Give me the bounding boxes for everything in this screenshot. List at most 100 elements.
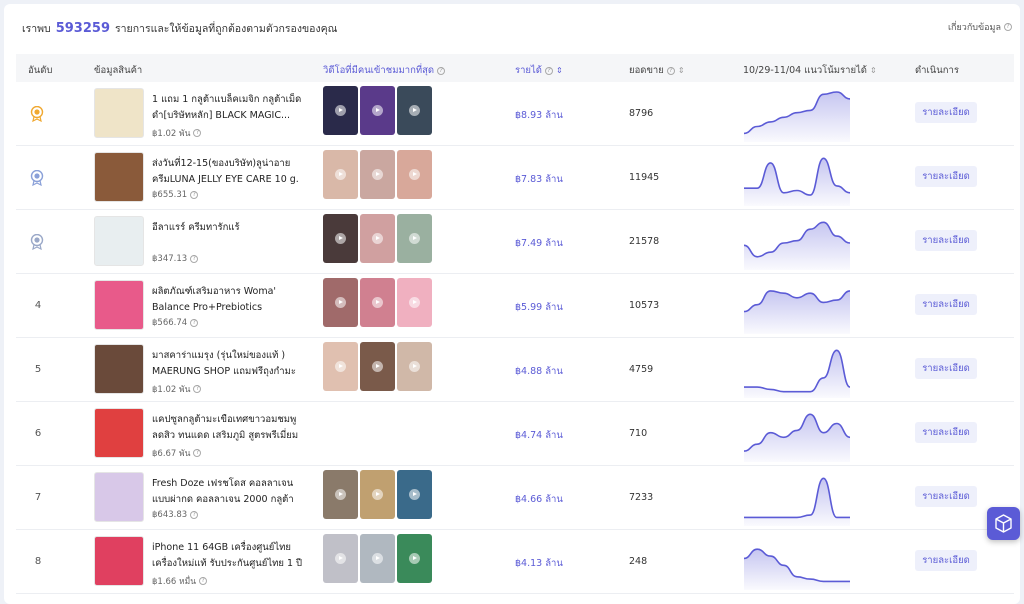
col-trend[interactable]: 10/29-11/04 แนวโน้มรายได้ ⇕ xyxy=(743,63,877,78)
product-image[interactable] xyxy=(94,152,144,202)
product-name[interactable]: ส่งวันที่12-15(ของบริษัท)ลูน่าอาย ครีมLU… xyxy=(152,156,306,188)
video-thumbnail[interactable] xyxy=(360,86,395,135)
video-thumbnail[interactable] xyxy=(397,470,432,519)
detail-button[interactable]: รายละเอียด xyxy=(915,486,977,507)
revenue-trend-sparkline xyxy=(743,548,850,590)
product-price: ฿6.67 พัน? xyxy=(152,446,202,460)
product-price: ฿643.83? xyxy=(152,510,199,520)
video-thumbnail[interactable] xyxy=(397,150,432,199)
video-thumbnail[interactable] xyxy=(397,278,432,327)
help-icon: ? xyxy=(193,385,202,393)
play-icon xyxy=(409,361,420,372)
col-sales[interactable]: ยอดขาย? ⇕ xyxy=(629,63,685,78)
sales-value: 10573 xyxy=(629,300,660,311)
product-image[interactable] xyxy=(94,536,144,586)
video-thumbnail[interactable] xyxy=(397,86,432,135)
product-image[interactable] xyxy=(94,408,144,458)
product-image[interactable] xyxy=(94,472,144,522)
table-row: 7 Fresh Doze เฟรชโดส คอลลาเจนแบบผ่ากด คอ… xyxy=(16,466,1014,530)
product-image[interactable] xyxy=(94,88,144,138)
top-videos xyxy=(323,214,432,263)
help-icon: ? xyxy=(190,511,199,519)
rank-medal-icon xyxy=(30,234,44,250)
sparkline-area xyxy=(744,92,850,142)
play-icon xyxy=(372,105,383,116)
play-icon xyxy=(335,169,346,180)
col-revenue[interactable]: รายได้? ⇕ xyxy=(515,63,563,78)
play-icon xyxy=(409,553,420,564)
top-videos xyxy=(323,534,432,583)
floating-cube-button[interactable] xyxy=(987,507,1020,540)
video-thumbnail[interactable] xyxy=(360,278,395,327)
rank-number: 7 xyxy=(34,492,42,503)
product-price: ฿347.13? xyxy=(152,254,199,264)
revenue-trend-sparkline xyxy=(744,157,851,206)
revenue-trend-sparkline xyxy=(744,477,850,526)
video-thumbnail[interactable] xyxy=(323,150,358,199)
video-thumbnail[interactable] xyxy=(360,470,395,519)
top-videos xyxy=(323,470,432,519)
play-icon xyxy=(409,169,420,180)
help-icon: ? xyxy=(666,66,675,75)
product-name[interactable]: มาสคาร่าแมรุง (รุ่นใหม่ของแท้ ) MAERUNG … xyxy=(152,348,306,380)
product-price: ฿566.74? xyxy=(152,318,199,328)
video-thumbnail[interactable] xyxy=(397,342,432,391)
video-thumbnail[interactable] xyxy=(323,534,358,583)
video-thumbnail[interactable] xyxy=(360,214,395,263)
play-icon xyxy=(372,233,383,244)
table-row: 6 แคปซูลกลูต้ามะเขือเทศขาวอมชมพู ลดสิว ท… xyxy=(16,402,1014,466)
rank-number: 6 xyxy=(34,428,42,439)
detail-button[interactable]: รายละเอียด xyxy=(915,358,977,379)
product-image[interactable] xyxy=(94,344,144,394)
about-data-link[interactable]: เกี่ยวกับข้อมูล ? xyxy=(948,20,1012,34)
product-image[interactable] xyxy=(94,280,144,330)
sparkline-area xyxy=(744,222,850,270)
product-name[interactable]: แคปซูลกลูต้ามะเขือเทศขาวอมชมพู ลดสิว ทนแ… xyxy=(152,412,306,444)
col-action: ดำเนินการ xyxy=(915,65,959,76)
video-thumbnail[interactable] xyxy=(323,214,358,263)
video-thumbnail[interactable] xyxy=(323,278,358,327)
play-icon xyxy=(372,489,383,500)
sales-value: 4759 xyxy=(629,364,654,375)
col-rank: อันดับ xyxy=(28,65,53,76)
detail-button[interactable]: รายละเอียด xyxy=(915,294,977,315)
detail-button[interactable]: รายละเอียด xyxy=(915,550,977,571)
sort-desc-icon[interactable]: ⇕ xyxy=(556,66,563,75)
sort-icon[interactable]: ⇕ xyxy=(870,66,877,75)
sort-icon[interactable]: ⇕ xyxy=(678,66,685,75)
video-thumbnail[interactable] xyxy=(323,342,358,391)
video-thumbnail[interactable] xyxy=(360,534,395,583)
product-name[interactable]: iPhone 11 64GB เครื่องศูนย์ไทย เครื่องให… xyxy=(152,540,306,572)
video-thumbnail[interactable] xyxy=(397,534,432,583)
product-name[interactable]: อีลาแรร์ ครีมทารักแร้ xyxy=(152,220,306,252)
detail-button[interactable]: รายละเอียด xyxy=(915,102,977,123)
sparkline-area xyxy=(744,549,850,590)
product-name[interactable]: Fresh Doze เฟรชโดส คอลลาเจนแบบผ่ากด คอลล… xyxy=(152,476,306,508)
product-name[interactable]: ผลิตภัณฑ์เสริมอาหาร Woma' Balance Pro+Pr… xyxy=(152,284,306,316)
detail-button[interactable]: รายละเอียด xyxy=(915,166,977,187)
result-count: 593259 xyxy=(55,21,110,36)
top-videos xyxy=(323,150,432,199)
video-thumbnail[interactable] xyxy=(360,342,395,391)
product-image[interactable] xyxy=(94,216,144,266)
detail-button[interactable]: รายละเอียด xyxy=(915,230,977,251)
revenue-value: ฿4.88 ล้าน xyxy=(515,366,563,377)
video-thumbnail[interactable] xyxy=(397,214,432,263)
product-price: ฿1.02 พัน? xyxy=(152,382,202,396)
help-icon: ? xyxy=(193,129,202,137)
product-name[interactable]: 1 แถม 1 กลูต้าแบล็คเมจิก กลูต้าเม็ดดำ[บร… xyxy=(152,92,306,124)
summary-prefix: เราพบ xyxy=(22,23,51,35)
detail-button[interactable]: รายละเอียด xyxy=(915,422,977,443)
play-icon xyxy=(372,361,383,372)
video-thumbnail[interactable] xyxy=(323,86,358,135)
video-thumbnail[interactable] xyxy=(360,150,395,199)
cube-icon xyxy=(995,514,1012,533)
play-icon xyxy=(335,105,346,116)
sales-value: 11945 xyxy=(629,172,660,183)
sparkline-area xyxy=(744,350,850,398)
revenue-value: ฿4.13 ล้าน xyxy=(515,558,563,569)
video-thumbnail[interactable] xyxy=(323,470,358,519)
table-header: อันดับ ข้อมูลสินค้า วิดีโอที่มีคนเข้าชมม… xyxy=(16,54,1014,82)
rank-number: 5 xyxy=(34,364,42,375)
product-price: ฿1.02 พัน? xyxy=(152,126,202,140)
